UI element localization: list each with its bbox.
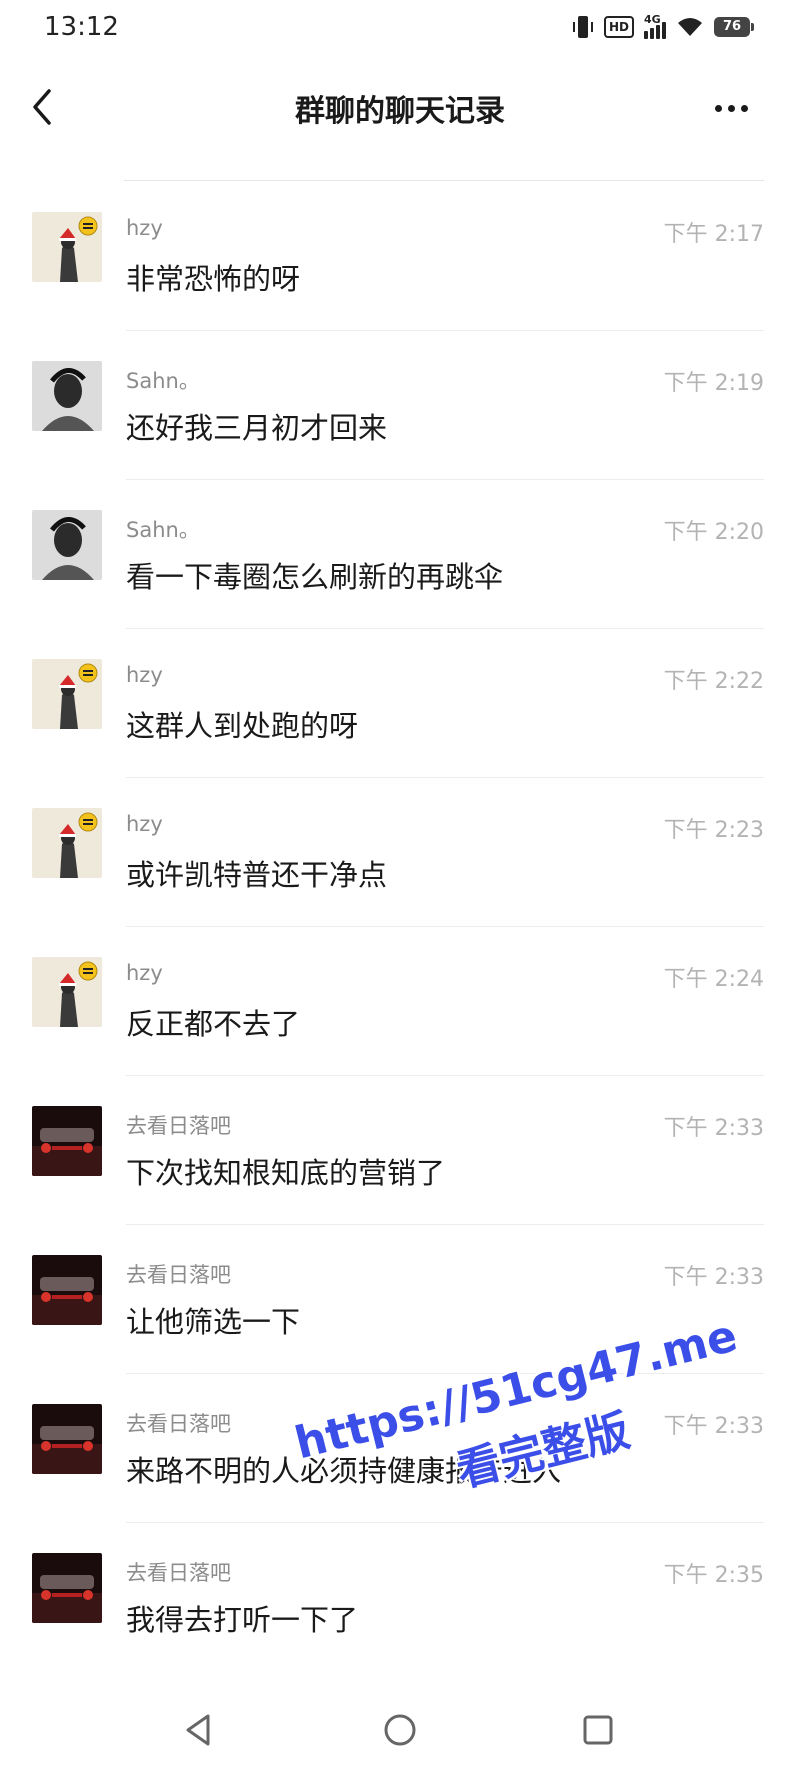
message-time: 下午 2:19 (663, 371, 764, 396)
avatar[interactable] (32, 659, 102, 729)
message-time: 下午 2:20 (663, 520, 764, 545)
sender-name[interactable]: hzy (126, 663, 163, 687)
message-row[interactable]: hzy 下午 2:23 或许凯特普还干净点 (0, 778, 800, 927)
message-row[interactable]: 去看日落吧 下午 2:35 我得去打听一下了 (0, 1523, 800, 1672)
header-divider (124, 180, 764, 181)
message-time: 下午 2:33 (663, 1414, 764, 1439)
message-time: 下午 2:35 (663, 1563, 764, 1588)
avatar[interactable] (32, 1255, 102, 1325)
avatar[interactable] (32, 1553, 102, 1623)
wifi-icon (678, 18, 702, 36)
sender-name[interactable]: hzy (126, 812, 163, 836)
message-text[interactable]: 非常恐怖的呀 (126, 256, 300, 298)
message-time: 下午 2:23 (663, 818, 764, 843)
status-icons: HD 4G 76 (572, 13, 754, 40)
more-dot-icon (714, 104, 722, 112)
message-row[interactable]: Sahn。 下午 2:20 看一下毒圈怎么刷新的再跳伞 (0, 480, 800, 629)
message-time: 下午 2:24 (663, 967, 764, 992)
message-time: 下午 2:17 (663, 222, 764, 247)
avatar[interactable] (32, 212, 102, 282)
sender-name[interactable]: Sahn。 (126, 365, 200, 395)
message-row[interactable]: hzy 下午 2:24 反正都不去了 (0, 927, 800, 1076)
vibrate-icon (572, 16, 593, 38)
page-title: 群聊的聊天记录 (295, 94, 505, 129)
message-text[interactable]: 或许凯特普还干净点 (126, 852, 387, 894)
battery-icon: 76 (714, 17, 754, 37)
sender-name[interactable]: 去看日落吧 (126, 1259, 231, 1289)
avatar[interactable] (32, 1106, 102, 1176)
system-nav-bar (0, 1680, 800, 1780)
message-row[interactable]: hzy 下午 2:22 这群人到处跑的呀 (0, 629, 800, 778)
message-row[interactable]: hzy 下午 2:17 非常恐怖的呀 (0, 182, 800, 331)
avatar[interactable] (32, 361, 102, 431)
message-row[interactable]: 去看日落吧 下午 2:33 来路不明的人必须持健康报告进入 (0, 1374, 800, 1523)
nav-recent-apps-icon[interactable] (578, 1710, 618, 1750)
message-text[interactable]: 我得去打听一下了 (126, 1597, 358, 1639)
network-type: 4G (644, 13, 661, 26)
signal-icon: 4G (644, 13, 666, 39)
message-time: 下午 2:22 (663, 669, 764, 694)
avatar[interactable] (32, 808, 102, 878)
message-list[interactable]: hzy 下午 2:17 非常恐怖的呀 Sahn。 下午 2:19 还好我三月初才回来 S… (0, 182, 800, 1672)
nav-home-icon[interactable] (380, 1710, 420, 1750)
message-text[interactable]: 来路不明的人必须持健康报告进入 (126, 1448, 561, 1490)
sender-name[interactable]: hzy (126, 961, 163, 985)
message-row[interactable]: Sahn。 下午 2:19 还好我三月初才回来 (0, 331, 800, 480)
sender-name[interactable]: 去看日落吧 (126, 1408, 231, 1438)
message-row[interactable]: 去看日落吧 下午 2:33 下次找知根知底的营销了 (0, 1076, 800, 1225)
sender-name[interactable]: 去看日落吧 (126, 1110, 231, 1140)
sender-name[interactable]: hzy (126, 216, 163, 240)
message-text[interactable]: 还好我三月初才回来 (126, 405, 387, 447)
message-text[interactable]: 下次找知根知底的营销了 (126, 1150, 445, 1192)
message-text[interactable]: 反正都不去了 (126, 1001, 300, 1043)
message-text[interactable]: 这群人到处跑的呀 (126, 703, 358, 745)
nav-back-icon[interactable] (178, 1710, 218, 1750)
message-text[interactable]: 看一下毒圈怎么刷新的再跳伞 (126, 554, 503, 596)
status-bar: 13:12 HD 4G 76 (0, 0, 800, 60)
more-dot-icon (727, 104, 735, 112)
message-time: 下午 2:33 (663, 1265, 764, 1290)
message-text[interactable]: 让他筛选一下 (126, 1299, 300, 1341)
sender-name[interactable]: 去看日落吧 (126, 1557, 231, 1587)
hd-badge: HD (603, 16, 634, 38)
avatar[interactable] (32, 957, 102, 1027)
avatar[interactable] (32, 510, 102, 580)
more-options-button[interactable] (706, 88, 756, 128)
more-dot-icon (740, 104, 748, 112)
avatar[interactable] (32, 1404, 102, 1474)
message-row[interactable]: 去看日落吧 下午 2:33 让他筛选一下 (0, 1225, 800, 1374)
message-time: 下午 2:33 (663, 1116, 764, 1141)
status-time: 13:12 (44, 12, 119, 42)
sender-name[interactable]: Sahn。 (126, 514, 200, 544)
nav-header: 群聊的聊天记录 (0, 70, 800, 150)
